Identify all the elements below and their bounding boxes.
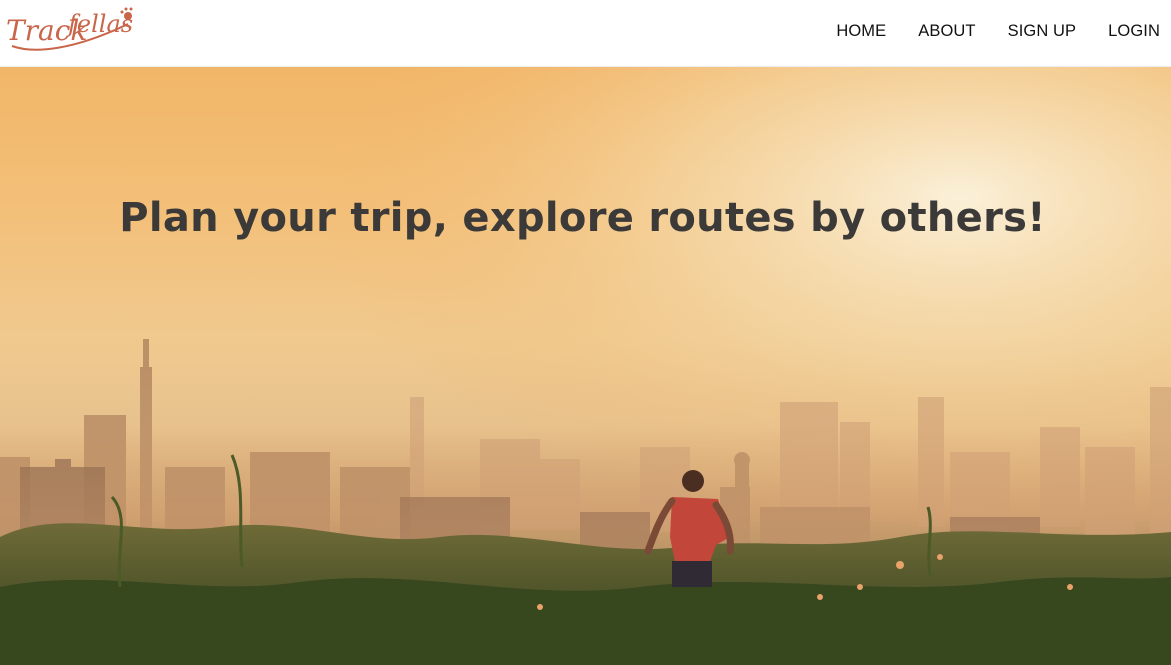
city-skyline-runner-image	[0, 67, 1171, 665]
hero-section: Plan your trip, explore routes by others…	[0, 67, 1171, 665]
top-navigation-bar: Track fellas HOME ABOUT SIGN UP LOGIN	[0, 0, 1171, 67]
nav-signup-link[interactable]: SIGN UP	[1008, 22, 1077, 41]
nav-about-link[interactable]: ABOUT	[918, 22, 975, 41]
nav-home-link[interactable]: HOME	[836, 22, 886, 41]
trackfellas-logo[interactable]: Track fellas	[4, 4, 136, 64]
main-nav: HOME ABOUT SIGN UP LOGIN	[804, 22, 1160, 41]
svg-text:fellas: fellas	[66, 10, 133, 38]
trackfellas-logo-icon: Track fellas	[6, 7, 133, 51]
hero-title: Plan your trip, explore routes by others…	[119, 195, 1046, 241]
nav-login-link[interactable]: LOGIN	[1108, 22, 1160, 41]
